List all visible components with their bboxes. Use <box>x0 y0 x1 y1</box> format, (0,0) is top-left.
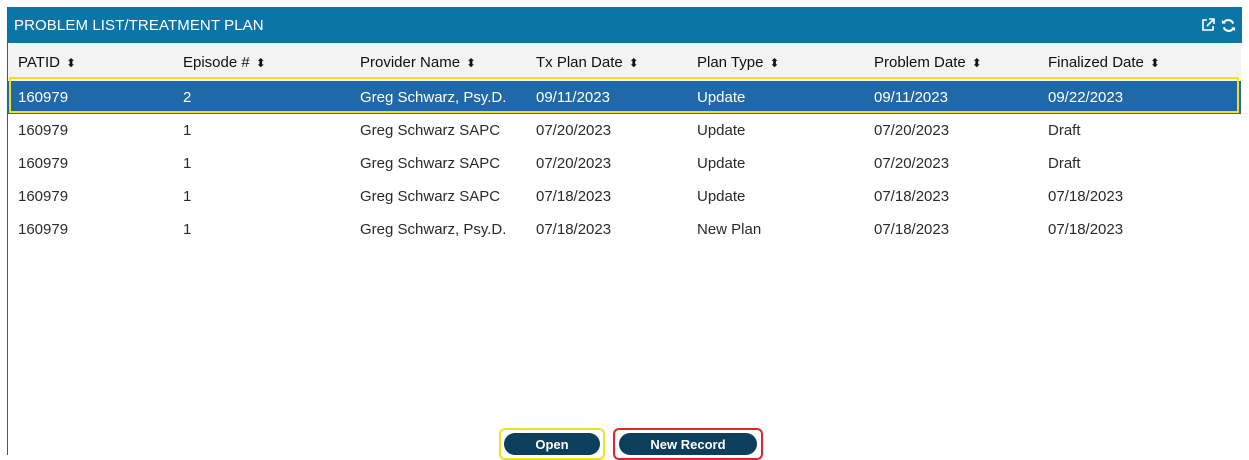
header-icons <box>1200 17 1236 33</box>
problem-list-panel: PROBLEM LIST/TREATMENT PLAN PATID ⬍ Episod… <box>7 7 1242 460</box>
column-header-finalized-date[interactable]: Finalized Date ⬍ <box>1038 43 1241 81</box>
table-row[interactable]: 160979 1 Greg Schwarz SAPC 07/18/2023 Update… <box>8 180 1241 213</box>
cell-finalized-date: 07/18/2023 <box>1048 221 1124 238</box>
cell-provider-name: Greg Schwarz SAPC <box>360 155 501 172</box>
table-header-row: PATID ⬍ Episode # ⬍ Provider Name ⬍ Tx Plan Da… <box>8 43 1241 81</box>
cell-problem-date: 07/20/2023 <box>874 122 950 139</box>
cell-finalized-date: 09/22/2023 <box>1038 81 1241 114</box>
external-link-icon[interactable] <box>1200 17 1216 33</box>
sort-icon[interactable]: ⬍ <box>1150 56 1160 70</box>
column-header-episode[interactable]: Episode # ⬍ <box>173 43 350 81</box>
sort-icon[interactable]: ⬍ <box>66 56 76 70</box>
column-header-provider-name[interactable]: Provider Name ⬍ <box>350 43 526 81</box>
cell-provider-name: Greg Schwarz SAPC <box>360 188 501 205</box>
column-header-tx-plan-date[interactable]: Tx Plan Date ⬍ <box>526 43 687 81</box>
treatment-plan-table: PATID ⬍ Episode # ⬍ Provider Name ⬍ Tx Plan Da… <box>8 43 1241 246</box>
cell-problem-date: 09/11/2023 <box>864 81 1038 114</box>
table-row[interactable]: 160979 1 Greg Schwarz, Psy.D. 07/18/2023 New… <box>8 213 1241 246</box>
column-header-label: Episode # <box>183 53 250 71</box>
cell-patid: 160979 <box>18 221 69 238</box>
column-header-problem-date[interactable]: Problem Date ⬍ <box>864 43 1038 81</box>
cell-problem-date: 07/18/2023 <box>874 188 950 205</box>
column-header-patid[interactable]: PATID ⬍ <box>8 43 173 81</box>
cell-finalized-date: Draft <box>1048 155 1081 172</box>
cell-plan-type: Update <box>687 81 864 114</box>
cell-episode: 1 <box>183 221 192 238</box>
sort-icon[interactable]: ⬍ <box>972 56 982 70</box>
sort-icon[interactable]: ⬍ <box>769 56 779 70</box>
column-header-label: Problem Date <box>874 53 966 71</box>
column-header-label: PATID <box>18 53 60 71</box>
table-row[interactable]: 160979 1 Greg Schwarz SAPC 07/20/2023 Update… <box>8 114 1241 147</box>
open-button[interactable]: Open <box>504 433 600 455</box>
cell-tx-plan-date: 09/11/2023 <box>526 81 687 114</box>
cell-problem-date: 07/20/2023 <box>874 155 950 172</box>
cell-episode: 1 <box>183 155 192 172</box>
cell-plan-type: Update <box>697 188 746 205</box>
cell-finalized-date: 07/18/2023 <box>1048 188 1124 205</box>
table-row[interactable]: 160979 2 Greg Schwarz, Psy.D. 09/11/2023 Upd… <box>8 81 1241 114</box>
cell-finalized-date: Draft <box>1048 122 1081 139</box>
cell-provider-name: Greg Schwarz, Psy.D. <box>360 221 507 238</box>
cell-episode: 2 <box>173 81 350 114</box>
cell-tx-plan-date: 07/20/2023 <box>536 122 612 139</box>
cell-patid: 160979 <box>18 155 69 172</box>
cell-plan-type: Update <box>697 122 746 139</box>
column-header-plan-type[interactable]: Plan Type ⬍ <box>687 43 864 81</box>
cell-problem-date: 07/18/2023 <box>874 221 950 238</box>
cell-tx-plan-date: 07/18/2023 <box>536 188 612 205</box>
cell-tx-plan-date: 07/20/2023 <box>536 155 612 172</box>
table-row[interactable]: 160979 1 Greg Schwarz SAPC 07/20/2023 Update… <box>8 147 1241 180</box>
cell-tx-plan-date: 07/18/2023 <box>536 221 612 238</box>
cell-provider-name: Greg Schwarz, Psy.D. <box>350 81 526 114</box>
cell-episode: 1 <box>183 122 192 139</box>
cell-provider-name: Greg Schwarz SAPC <box>360 122 501 139</box>
open-button-highlight: Open <box>499 428 605 460</box>
table-body: 160979 2 Greg Schwarz, Psy.D. 09/11/2023 Upd… <box>8 81 1241 246</box>
column-header-label: Provider Name <box>360 53 461 71</box>
cell-episode: 1 <box>183 188 192 205</box>
panel-title: PROBLEM LIST/TREATMENT PLAN <box>14 16 264 34</box>
cell-patid: 160979 <box>8 81 173 114</box>
column-header-label: Finalized Date <box>1048 53 1144 71</box>
cell-patid: 160979 <box>18 122 69 139</box>
sort-icon[interactable]: ⬍ <box>466 56 476 70</box>
column-header-label: Tx Plan Date <box>536 53 623 71</box>
new-record-button-highlight: New Record <box>613 428 763 460</box>
refresh-icon[interactable] <box>1220 17 1236 33</box>
panel-header: PROBLEM LIST/TREATMENT PLAN <box>8 7 1242 43</box>
cell-plan-type: Update <box>697 155 746 172</box>
column-header-label: Plan Type <box>697 53 764 71</box>
cell-plan-type: New Plan <box>697 221 762 238</box>
sort-icon[interactable]: ⬍ <box>629 56 639 70</box>
new-record-button[interactable]: New Record <box>619 433 757 455</box>
sort-icon[interactable]: ⬍ <box>256 56 266 70</box>
cell-patid: 160979 <box>18 188 69 205</box>
